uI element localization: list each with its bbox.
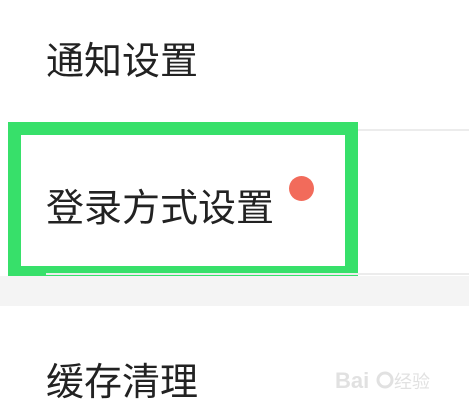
watermark-logo: Bai 经验 [335, 368, 430, 393]
svg-text:经验: 经验 [394, 372, 430, 393]
divider [46, 273, 469, 275]
svg-text:Bai: Bai [335, 368, 369, 393]
settings-item-label: 缓存清理 [46, 360, 199, 404]
settings-item-label: 通知设置 [46, 39, 199, 83]
highlight-box [8, 122, 358, 279]
settings-item-notification[interactable]: 通知设置 [0, 0, 469, 128]
section-gap [0, 276, 469, 306]
